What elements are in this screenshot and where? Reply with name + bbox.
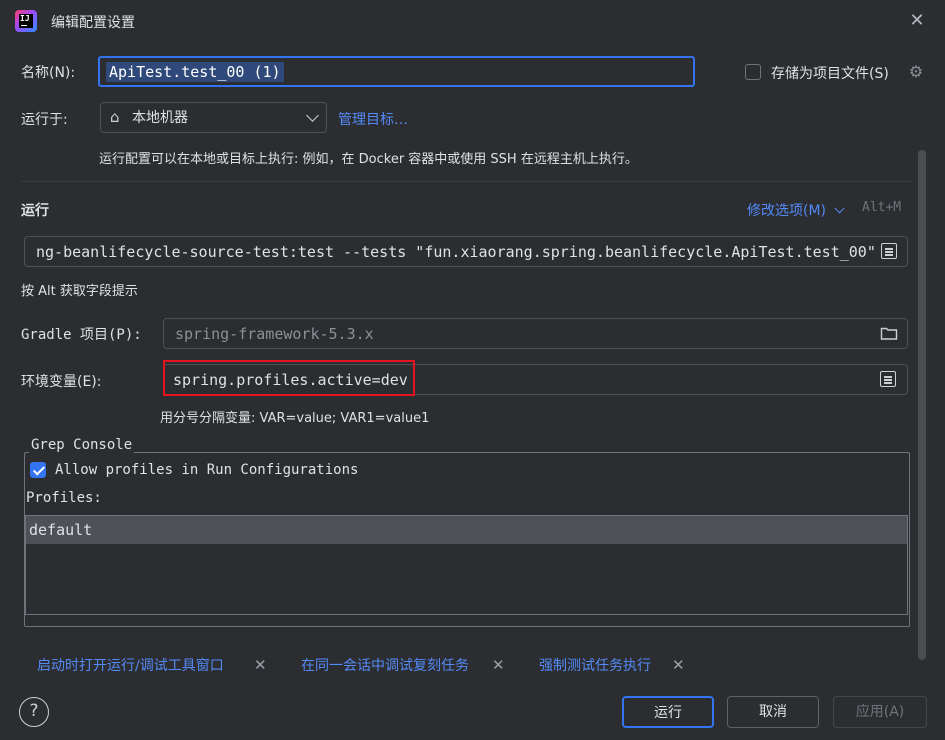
env-vars-hint: 用分号分隔变量: VAR=value; VAR1=value1 xyxy=(160,411,430,426)
gradle-project-value: spring-framework-5.3.x xyxy=(175,325,374,343)
title-bar: IJ 编辑配置设置 ✕ xyxy=(0,0,945,42)
run-target-dropdown[interactable]: ⌂ 本地机器 xyxy=(100,102,327,133)
grep-console-legend: Grep Console xyxy=(29,437,135,453)
run-button[interactable]: 运行 xyxy=(622,696,714,728)
modify-options-shortcut: Alt+M xyxy=(862,200,902,215)
profiles-list[interactable]: default xyxy=(25,515,908,615)
folder-icon[interactable] xyxy=(880,324,898,342)
home-icon: ⌂ xyxy=(110,108,120,126)
run-target-value: 本地机器 xyxy=(132,110,188,126)
gear-icon[interactable]: ⚙ xyxy=(906,62,926,82)
store-as-project-file-label: 存储为项目文件(S) xyxy=(771,66,889,82)
chevron-down-icon xyxy=(835,203,845,214)
apply-button[interactable]: 应用(A) xyxy=(833,696,927,728)
profile-item-label: default xyxy=(29,521,93,539)
list-item[interactable]: default xyxy=(26,516,907,544)
close-icon[interactable]: ✕ xyxy=(492,656,505,674)
close-icon[interactable]: ✕ xyxy=(254,656,267,674)
run-target-hint: 运行配置可以在本地或目标上执行: 例如，在 Docker 容器中或使用 SSH … xyxy=(99,152,638,167)
gradle-project-field[interactable]: spring-framework-5.3.x xyxy=(163,318,908,349)
profiles-label: Profiles: xyxy=(26,490,102,506)
command-line-value: ng-beanlifecycle-source-test:test --test… xyxy=(36,243,876,261)
run-section-header: 运行 xyxy=(21,203,49,219)
close-icon[interactable]: ✕ xyxy=(906,10,928,32)
store-as-project-file-checkbox[interactable] xyxy=(745,64,761,80)
chip-label: 启动时打开运行/调试工具窗口 xyxy=(37,658,224,674)
modify-options-link[interactable]: 修改选项(M) xyxy=(747,200,849,220)
name-input-value: ApiTest.test_00 (1) xyxy=(106,62,284,82)
intellij-logo-icon: IJ xyxy=(15,10,37,32)
chevron-down-icon xyxy=(306,109,319,122)
chip-debug-forked-tasks[interactable]: 在同一会话中调试复刻任务 ✕ xyxy=(290,651,516,681)
close-icon[interactable]: ✕ xyxy=(672,656,685,674)
run-on-label: 运行于: xyxy=(21,112,68,128)
vertical-scrollbar[interactable] xyxy=(918,150,926,660)
highlight-box xyxy=(163,360,415,396)
manage-targets-link[interactable]: 管理目标… xyxy=(338,109,408,129)
expand-field-icon[interactable] xyxy=(881,243,899,261)
help-icon[interactable]: ? xyxy=(19,697,49,727)
name-label: 名称(N): xyxy=(21,65,76,81)
modify-options-label: 修改选项(M) xyxy=(747,203,827,219)
name-input[interactable]: ApiTest.test_00 (1) xyxy=(98,56,695,87)
env-vars-label: 环境变量(E): xyxy=(21,374,102,390)
chip-force-test-execution[interactable]: 强制测试任务执行 ✕ xyxy=(528,651,696,681)
chip-label: 强制测试任务执行 xyxy=(539,658,651,674)
expand-field-icon[interactable] xyxy=(880,371,898,389)
gradle-project-label: Gradle 项目(P): xyxy=(21,327,142,343)
cancel-button[interactable]: 取消 xyxy=(727,696,819,728)
divider xyxy=(21,181,912,182)
command-line-field[interactable]: ng-beanlifecycle-source-test:test --test… xyxy=(24,236,908,267)
chip-open-tool-window[interactable]: 启动时打开运行/调试工具窗口 ✕ xyxy=(26,651,278,681)
allow-profiles-checkbox[interactable] xyxy=(30,462,46,478)
chip-label: 在同一会话中调试复刻任务 xyxy=(301,658,469,674)
allow-profiles-label: Allow profiles in Run Configurations xyxy=(55,462,359,478)
window-title: 编辑配置设置 xyxy=(51,15,135,31)
alt-hint: 按 Alt 获取字段提示 xyxy=(21,284,138,299)
